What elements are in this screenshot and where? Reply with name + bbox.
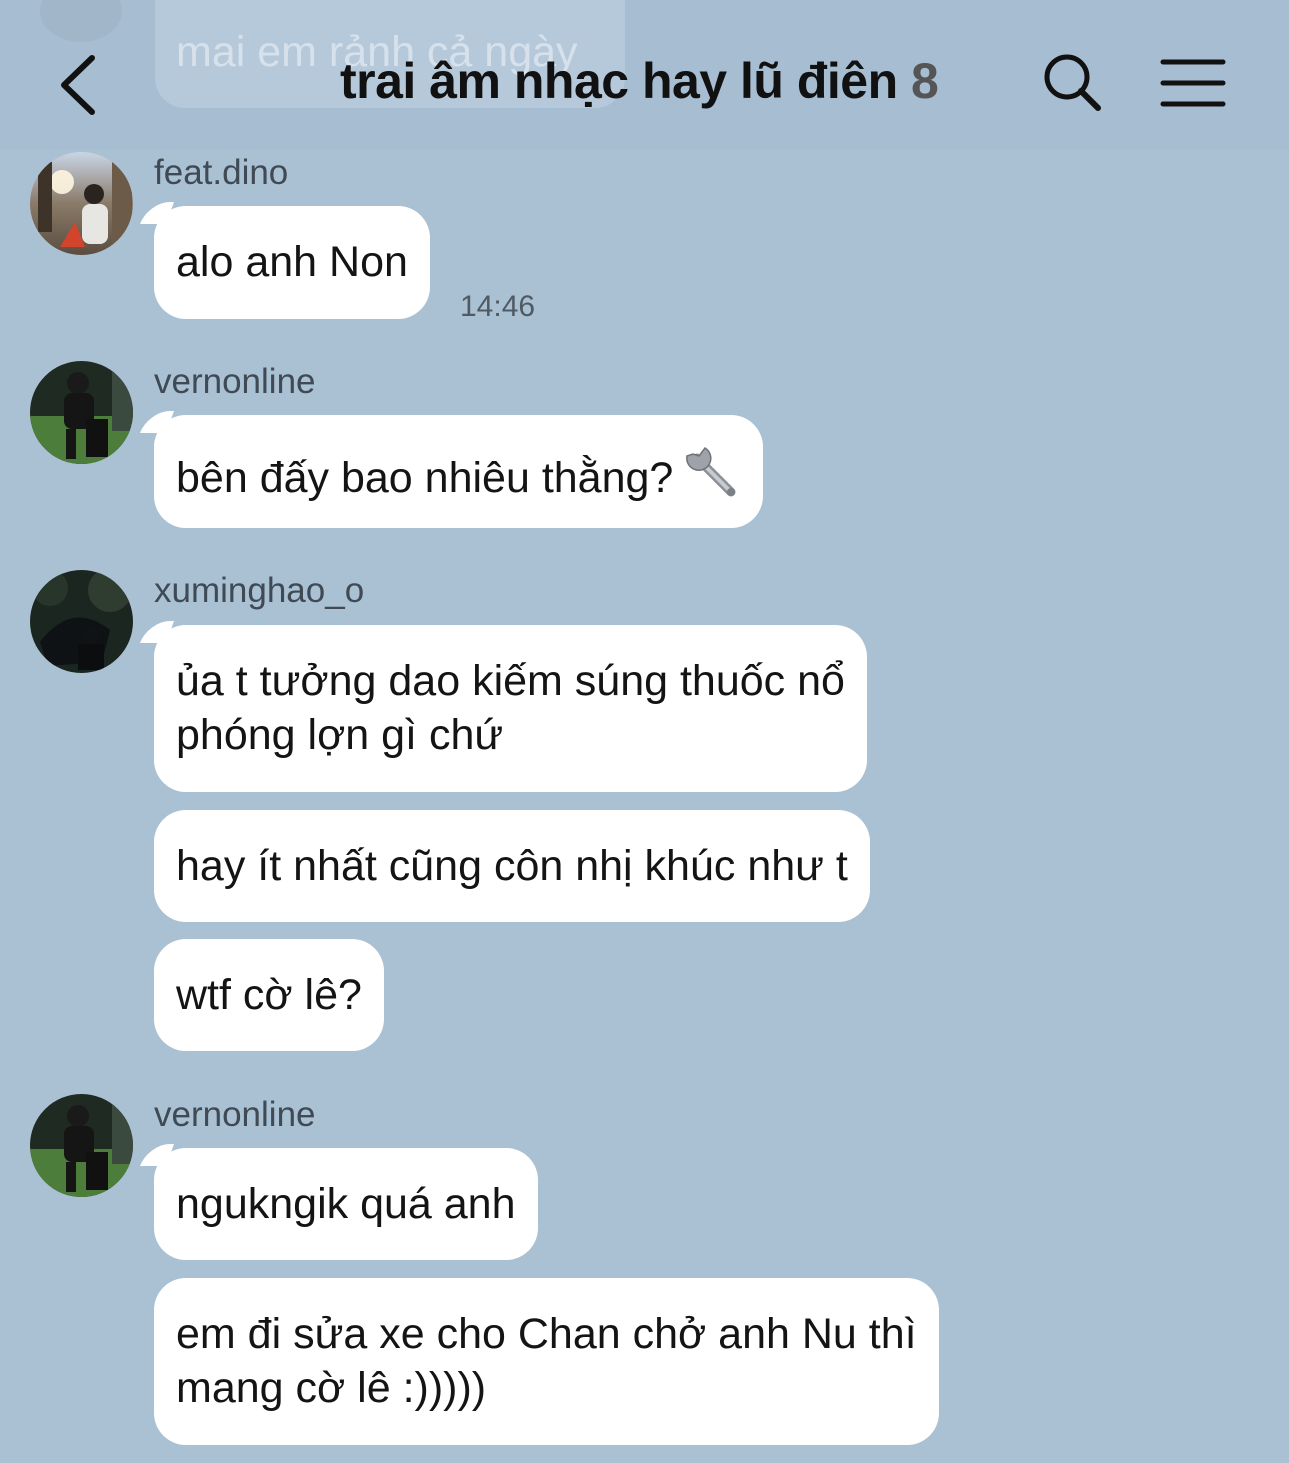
message-bubble[interactable]: alo anh Non xyxy=(154,206,430,319)
message-timestamp: 14:46 xyxy=(460,290,536,323)
message-text-line: mang cờ lê :))))) xyxy=(176,1364,487,1412)
message-text: alo anh Non xyxy=(176,238,408,286)
avatar-photo xyxy=(30,361,133,464)
message-bubble[interactable]: wtf cờ lê? xyxy=(154,939,384,1051)
avatar-photo xyxy=(30,570,133,673)
chat-title: trai âm nhạc hay lũ điên 8 xyxy=(340,52,939,110)
message-text: bên đấy bao nhiêu thằng? xyxy=(176,454,674,502)
message-bubble[interactable]: em đi sửa xe cho Chan chở anh Nu thì man… xyxy=(154,1278,939,1445)
avatar-feat-dino[interactable] xyxy=(30,152,133,255)
message-text-line: phóng lợn gì chứ xyxy=(176,711,504,759)
message-text: ngukngik quá anh xyxy=(176,1180,516,1228)
message-text-line: ủa t tưởng dao kiếm súng thuốc nổ xyxy=(176,657,845,705)
sender-name: vernonline xyxy=(154,1095,316,1134)
chevron-left-icon xyxy=(61,55,95,115)
chat-header: mai em rảnh cả ngày trai âm nhạc hay lũ … xyxy=(0,0,1289,150)
message-bubble[interactable]: ngukngik quá anh xyxy=(154,1148,538,1260)
avatar-photo xyxy=(30,152,133,255)
message-bubble[interactable]: bên đấy bao nhiêu thằng? xyxy=(154,415,764,528)
member-count: 8 xyxy=(911,53,939,109)
message-bubble[interactable]: hay ít nhất cũng côn nhị khúc như t xyxy=(154,810,870,922)
avatar-vernonline[interactable] xyxy=(30,1094,133,1197)
avatar-xuminghao-o[interactable] xyxy=(30,570,133,673)
search-button[interactable] xyxy=(1040,50,1106,116)
back-button[interactable] xyxy=(50,50,110,120)
chat-title-text: trai âm nhạc hay lũ điên xyxy=(340,53,898,109)
sender-name: feat.dino xyxy=(154,153,289,192)
message-text-line: em đi sửa xe cho Chan chở anh Nu thì xyxy=(176,1310,917,1358)
wrench-emoji-icon xyxy=(686,447,736,497)
message-bubble[interactable]: ủa t tưởng dao kiếm súng thuốc nổ phóng … xyxy=(154,625,867,792)
menu-button[interactable] xyxy=(1160,58,1226,108)
hamburger-menu-icon xyxy=(1160,59,1226,107)
avatar-vernonline[interactable] xyxy=(30,361,133,464)
message-text-row: bên đấy bao nhiêu thằng? xyxy=(176,444,741,505)
message-text: hay ít nhất cũng côn nhị khúc như t xyxy=(176,842,848,890)
sender-name: xuminghao_o xyxy=(154,571,365,610)
message-text: wtf cờ lê? xyxy=(176,971,362,1019)
scrolled-avatar xyxy=(40,0,122,42)
avatar-photo xyxy=(30,1094,133,1197)
search-icon xyxy=(1044,54,1101,111)
sender-name: vernonline xyxy=(154,362,316,401)
